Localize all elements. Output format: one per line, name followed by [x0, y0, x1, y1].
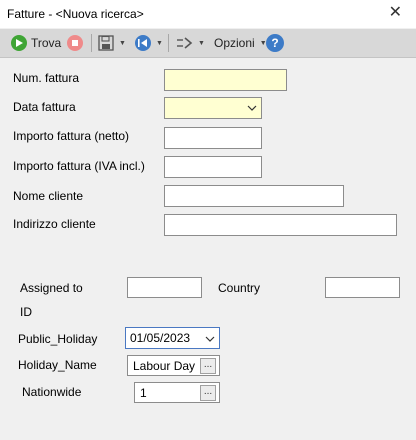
chevron-down-icon: ▼ — [156, 39, 163, 47]
chevron-down-icon — [247, 105, 257, 111]
actions-icon — [177, 37, 193, 49]
search-button-label: Trova — [31, 36, 62, 50]
assigned-to-label-id: ID — [20, 305, 32, 319]
nationwide-lookup-button[interactable]: ... — [200, 385, 216, 401]
search-button[interactable]: Trova — [11, 29, 61, 57]
toolbar-separator — [91, 34, 92, 52]
navigate-dropdown[interactable]: ▼ — [135, 29, 163, 57]
help-icon: ? — [266, 34, 284, 52]
play-icon — [11, 35, 27, 51]
help-button[interactable]: ? — [266, 29, 284, 57]
chevron-down-icon: ▼ — [198, 39, 205, 47]
invoice-number-input[interactable] — [165, 70, 286, 90]
stop-button[interactable] — [67, 29, 83, 57]
country-field[interactable] — [325, 277, 400, 298]
customer-address-field[interactable] — [164, 214, 397, 236]
options-dropdown[interactable]: Opzioni ▼ — [214, 29, 267, 57]
holiday-name-lookup-button[interactable]: ... — [200, 358, 216, 374]
public-holiday-label: Public_Holiday — [18, 332, 98, 346]
country-input[interactable] — [326, 278, 399, 297]
amount-gross-input[interactable] — [165, 157, 261, 177]
holiday-name-label: Holiday_Name — [18, 358, 97, 372]
amount-net-input[interactable] — [165, 128, 261, 148]
window-title: Fatture - <Nuova ricerca> — [7, 7, 144, 21]
nationwide-field[interactable]: 1 ... — [134, 382, 220, 403]
amount-gross-label: Importo fattura (IVA incl.) — [13, 159, 145, 173]
holiday-name-field[interactable]: Labour Day ... — [127, 355, 220, 376]
customer-name-field[interactable] — [164, 185, 344, 207]
invoice-number-field[interactable] — [164, 69, 287, 91]
customer-name-label: Nome cliente — [13, 189, 84, 203]
customer-name-input[interactable] — [165, 186, 343, 206]
toolbar-separator — [168, 34, 169, 52]
assigned-to-id-field[interactable] — [127, 277, 202, 298]
save-icon — [98, 35, 114, 51]
customer-address-label: Indirizzo cliente — [13, 217, 96, 231]
assigned-to-label: Assigned to — [20, 281, 83, 295]
invoice-date-label: Data fattura — [13, 100, 76, 114]
save-dropdown[interactable]: ▼ — [98, 29, 126, 57]
customer-address-input[interactable] — [165, 215, 396, 235]
invoice-date-dropdown[interactable] — [164, 97, 262, 119]
assigned-to-id-input[interactable] — [128, 278, 201, 297]
holiday-name-value: Labour Day — [133, 359, 196, 373]
chevron-down-icon: ▼ — [119, 39, 126, 47]
amount-gross-field[interactable] — [164, 156, 262, 178]
country-label: Country — [218, 281, 261, 295]
title-bar: Fatture - <Nuova ricerca> ✕ — [0, 0, 416, 28]
close-icon[interactable]: ✕ — [389, 4, 402, 22]
amount-net-field[interactable] — [164, 127, 262, 149]
toolbar: Trova ▼ ▼ ▼ Opzioni ▼ ? — [0, 29, 416, 58]
nationwide-value: 1 — [140, 386, 147, 400]
actions-dropdown[interactable]: ▼ — [177, 29, 205, 57]
options-label: Opzioni — [214, 36, 255, 50]
public-holiday-dropdown[interactable]: 01/05/2023 — [125, 327, 220, 349]
amount-net-label: Importo fattura (netto) — [13, 129, 130, 143]
rewind-icon — [135, 35, 151, 51]
stop-icon — [67, 35, 83, 51]
nationwide-label: Nationwide — [22, 385, 82, 399]
public-holiday-value: 01/05/2023 — [130, 331, 191, 345]
invoice-number-label: Num. fattura — [13, 71, 80, 85]
chevron-down-icon — [205, 336, 215, 342]
